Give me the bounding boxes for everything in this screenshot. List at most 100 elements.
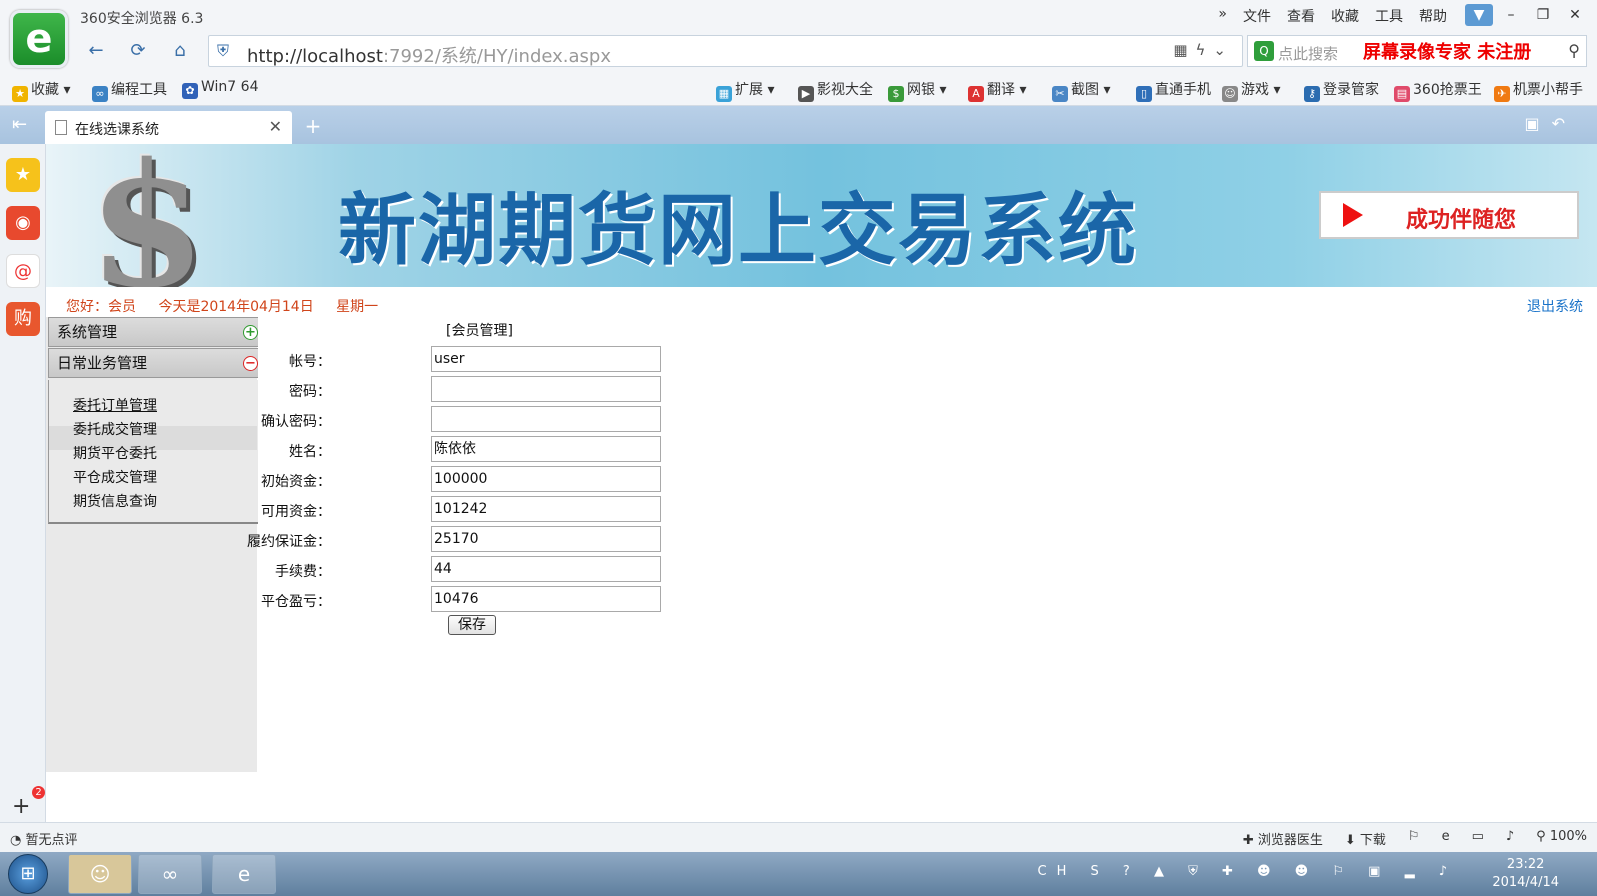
language-indicator[interactable]: CH: [1038, 864, 1077, 879]
password-field[interactable]: [431, 376, 661, 402]
flag-icon[interactable]: ⚐: [1408, 829, 1420, 848]
bookmark-programming-tools[interactable]: ∞ 编程工具: [92, 79, 167, 102]
margin-field[interactable]: 25170: [431, 526, 661, 552]
download-button[interactable]: ⬇ 下载: [1345, 829, 1386, 848]
clock-time: 23:22: [1506, 857, 1545, 872]
sidebar-toggle-icon[interactable]: ⇤: [12, 114, 27, 135]
paw-icon: ✿: [182, 83, 198, 99]
tab-title: 在线选课系统: [75, 122, 159, 138]
address-tools-icon[interactable]: ▦ϟ⌄: [1173, 41, 1234, 59]
bookmark-favorites[interactable]: ★ 收藏 ▾: [12, 79, 70, 102]
slogan-text: 成功伴随您: [1406, 207, 1517, 233]
menu-help[interactable]: 帮助: [1419, 6, 1447, 26]
bookmark-bank[interactable]: $ 网银 ▾: [888, 79, 946, 102]
taskbar-app-infinity-icon[interactable]: ∞: [138, 854, 202, 894]
favorites-star-icon[interactable]: ★: [6, 158, 40, 192]
available-funds-label: 可用资金：: [261, 504, 331, 520]
gamepad-icon: ☺: [1222, 86, 1238, 102]
save-button[interactable]: 保存: [448, 615, 496, 635]
status-bar: ◔ 暂无点评 ✚ 浏览器医生 ⬇ 下载 ⚐ e ▭ ♪ ⚲ 100%: [0, 822, 1597, 852]
name-label: 姓名：: [289, 444, 331, 460]
zoom-control[interactable]: ⚲ 100%: [1536, 829, 1587, 848]
system-tray[interactable]: CH S ? ▲ ⛨ ✚ ☻ ☻ ⚐ ▣ ▂ ♪: [1038, 864, 1457, 879]
new-tab-button[interactable]: +: [298, 114, 328, 140]
back-button[interactable]: ←: [78, 36, 114, 66]
initial-funds-field[interactable]: 100000: [431, 466, 661, 492]
bookmarks-bar: ★ 收藏 ▾ ∞ 编程工具 ✿ Win7 64 ▦ 扩展 ▾ ▶ 影视大全 $ 网银 ▾ A…: [0, 70, 1597, 106]
window-icon[interactable]: ▭: [1472, 829, 1484, 848]
menu-tools[interactable]: 工具: [1375, 6, 1403, 26]
form-row-name: 姓名： 陈依依: [46, 436, 746, 464]
ie-icon[interactable]: e: [1442, 829, 1450, 848]
refresh-button[interactable]: ⟳: [120, 36, 156, 66]
browser-logo-icon[interactable]: e: [10, 10, 68, 68]
tab-tools-icon[interactable]: ▣↶: [1524, 114, 1577, 133]
taskbar-app-browser-icon[interactable]: e: [212, 854, 276, 894]
menu-favorites[interactable]: 收藏: [1331, 6, 1359, 26]
key-icon: ⚷: [1304, 86, 1320, 102]
doctor-icon: ✚: [1242, 833, 1258, 848]
security-shield-icon[interactable]: ⛨: [217, 41, 229, 61]
bookmark-translate[interactable]: A 翻译 ▾: [968, 79, 1026, 102]
available-funds-field[interactable]: 101242: [431, 496, 661, 522]
notification-badge: 2: [32, 786, 45, 799]
rating-text: 暂无点评: [25, 833, 78, 848]
close-window-button[interactable]: ✕: [1561, 4, 1589, 26]
tab-close-icon[interactable]: ✕: [269, 117, 282, 136]
shopping-icon[interactable]: 购: [6, 302, 40, 336]
bookmark-win7[interactable]: ✿ Win7 64: [182, 79, 258, 99]
greeting-user: 您好：会员: [66, 299, 136, 315]
fee-field[interactable]: 44: [431, 556, 661, 582]
bookmark-video[interactable]: ▶ 影视大全: [798, 79, 873, 102]
form-row-account: 帐号： user: [46, 346, 746, 374]
name-field[interactable]: 陈依依: [431, 436, 661, 462]
skin-icon[interactable]: ▼: [1465, 4, 1493, 26]
form-row-password: 密码：: [46, 376, 746, 404]
clock[interactable]: 23:22 2014/4/14: [1492, 856, 1559, 892]
close-pnl-field[interactable]: 10476: [431, 586, 661, 612]
bookmark-phone[interactable]: ▯ 直通手机: [1136, 79, 1211, 102]
taskbar-app-person-icon[interactable]: ☺: [68, 854, 132, 894]
menu-file[interactable]: 文件: [1243, 6, 1271, 26]
browser-doctor[interactable]: ✚ 浏览器医生: [1243, 829, 1323, 848]
url-text[interactable]: http://localhost:7992/系统/HY/index.aspx: [247, 42, 611, 68]
confirm-password-field[interactable]: [431, 406, 661, 432]
bookmark-login-manager[interactable]: ⚷ 登录管家: [1304, 79, 1379, 102]
tab-online-course[interactable]: 在线选课系统 ✕: [45, 111, 292, 144]
menu-more[interactable]: »: [1218, 6, 1227, 26]
weibo-icon[interactable]: ◉: [6, 206, 40, 240]
restore-button[interactable]: ❐: [1529, 4, 1557, 26]
bookmark-extensions[interactable]: ▦ 扩展 ▾: [716, 79, 774, 102]
address-bar[interactable]: ⛨ http://localhost:7992/系统/HY/index.aspx…: [208, 35, 1243, 67]
search-engine-icon[interactable]: Q: [1254, 41, 1274, 61]
bookmark-tickets[interactable]: ▤ 360抢票王: [1394, 79, 1482, 102]
mail-icon[interactable]: @: [6, 254, 40, 288]
minimize-button[interactable]: –: [1497, 4, 1525, 26]
account-label: 帐号：: [289, 354, 331, 370]
search-placeholder[interactable]: 点此搜索: [1278, 43, 1338, 64]
menu-group-system[interactable]: 系统管理 +: [48, 317, 258, 347]
browser-sidebar: ★ ◉ @ 购 + 2: [0, 144, 46, 822]
search-icon[interactable]: ⚲: [1568, 41, 1580, 60]
home-button[interactable]: ⌂: [162, 36, 198, 66]
translate-icon: A: [968, 86, 984, 102]
form-row-confirm-password: 确认密码：: [46, 406, 746, 434]
add-sidebar-app-icon[interactable]: +: [12, 794, 30, 819]
bookmark-screenshot[interactable]: ✂ 截图 ▾: [1052, 79, 1110, 102]
form-row-margin: 履约保证金： 25170: [46, 526, 746, 554]
account-field[interactable]: user: [431, 346, 661, 372]
form-row-initial-funds: 初始资金： 100000: [46, 466, 746, 494]
logout-link[interactable]: 退出系统: [1527, 296, 1583, 316]
menu-view[interactable]: 查看: [1287, 6, 1315, 26]
bookmark-flights[interactable]: ✈ 机票小帮手: [1494, 79, 1583, 102]
windows-start-icon[interactable]: ⊞: [8, 854, 48, 894]
close-pnl-label: 平仓盈亏：: [261, 594, 331, 610]
search-box[interactable]: Q 点此搜索 屏幕录像专家 未注册 ⚲: [1247, 35, 1587, 67]
person-icon: ✈: [1494, 86, 1510, 102]
greeting-date: 今天是2014年04月14日: [158, 299, 314, 315]
rating-status[interactable]: ◔ 暂无点评: [10, 829, 78, 848]
password-label: 密码：: [289, 384, 331, 400]
bookmark-games[interactable]: ☺ 游戏 ▾: [1222, 79, 1280, 102]
expand-icon[interactable]: +: [243, 325, 258, 340]
volume-icon[interactable]: ♪: [1506, 829, 1514, 848]
